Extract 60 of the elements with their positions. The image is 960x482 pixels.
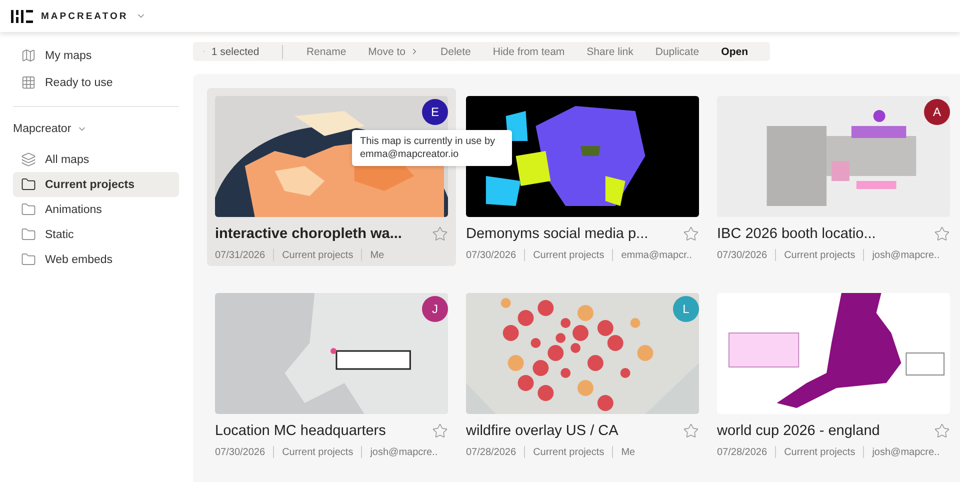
- folder-item[interactable]: Animations: [13, 197, 179, 222]
- folder-icon: [21, 252, 36, 267]
- map-title: world cup 2026 - england: [717, 423, 880, 439]
- toolbar-action[interactable]: Rename: [306, 46, 346, 58]
- map-owner: josh@mapcre..: [872, 446, 940, 458]
- map-title: IBC 2026 booth locatio...: [717, 226, 876, 242]
- map-owner: josh@mapcre..: [370, 446, 438, 458]
- sidebar-item[interactable]: My maps: [13, 42, 179, 69]
- map-folder: Current projects: [282, 446, 354, 458]
- tooltip: This map is currently in use by emma@mapcreator.io: [352, 130, 512, 166]
- folder-icon: [21, 227, 36, 242]
- star-icon[interactable]: [683, 423, 699, 439]
- map-card[interactable]: J Location MC headquarters 07/30/2026 Current projects josh@mapcre..: [207, 285, 456, 463]
- map-date: 07/28/2026: [466, 446, 516, 458]
- map-title: interactive choropleth wa...: [215, 226, 402, 242]
- map-date: 07/30/2026: [215, 446, 266, 458]
- grid-icon: [21, 75, 36, 90]
- map-folder: Current projects: [533, 250, 604, 260]
- toolbar-action[interactable]: Open: [721, 46, 748, 58]
- map-folder: Current projects: [282, 250, 354, 260]
- map-date: 07/30/2026: [466, 250, 516, 260]
- sidebar-item[interactable]: Ready to use: [13, 69, 179, 96]
- stack-icon: [21, 152, 36, 167]
- map-date: 07/30/2026: [717, 250, 768, 260]
- map-owner: Me: [370, 250, 384, 260]
- logo-icon: [11, 10, 33, 22]
- map-folder: Current projects: [784, 446, 856, 458]
- folder-item[interactable]: Current projects: [13, 172, 179, 197]
- folder-item[interactable]: All maps: [13, 147, 179, 172]
- star-icon[interactable]: [934, 226, 950, 242]
- workspace-name[interactable]: Mapcreator: [13, 123, 72, 135]
- toolbar-action[interactable]: Delete: [440, 46, 471, 58]
- map-title: Location MC headquarters: [215, 423, 386, 439]
- map-owner: josh@mapcre..: [872, 250, 940, 260]
- map-folder: Current projects: [784, 250, 856, 260]
- brand-name: MAPCREATOR: [41, 10, 128, 22]
- toolbar-action[interactable]: Hide from team: [492, 46, 565, 58]
- map-title: wildfire overlay US / CA: [466, 423, 618, 439]
- map-date: 07/31/2026: [215, 250, 266, 260]
- map-folder: Current projects: [533, 446, 604, 458]
- star-icon[interactable]: [432, 226, 448, 242]
- map-date: 07/28/2026: [717, 446, 768, 458]
- folder-icon: [21, 177, 36, 192]
- map-card[interactable]: world cup 2026 - england 07/28/2026 Current projects josh@mapcre..: [709, 285, 958, 463]
- folder-item[interactable]: Static: [13, 222, 179, 247]
- folder-icon: [21, 202, 36, 217]
- star-icon[interactable]: [934, 423, 950, 439]
- toolbar-action[interactable]: Duplicate: [655, 46, 700, 58]
- toolbar-action[interactable]: Share link: [586, 46, 634, 58]
- map-title: Demonyms social media p...: [466, 226, 648, 242]
- toolbar-action[interactable]: Move to: [368, 46, 419, 58]
- map-card[interactable]: A IBC 2026 booth locatio... 07/30/2026 Current projects josh@mapcre..: [709, 88, 958, 266]
- star-icon[interactable]: [683, 226, 699, 242]
- star-icon[interactable]: [432, 423, 448, 439]
- folder-item[interactable]: Web embeds: [13, 247, 179, 272]
- map-icon: [21, 48, 36, 63]
- map-owner: emma@mapcr..: [621, 250, 692, 260]
- selection-count: 1 selected: [211, 46, 260, 58]
- map-owner: Me: [621, 446, 636, 458]
- map-card[interactable]: L wildfire overlay US / CA 07/28/2026 Current projects Me: [458, 285, 707, 463]
